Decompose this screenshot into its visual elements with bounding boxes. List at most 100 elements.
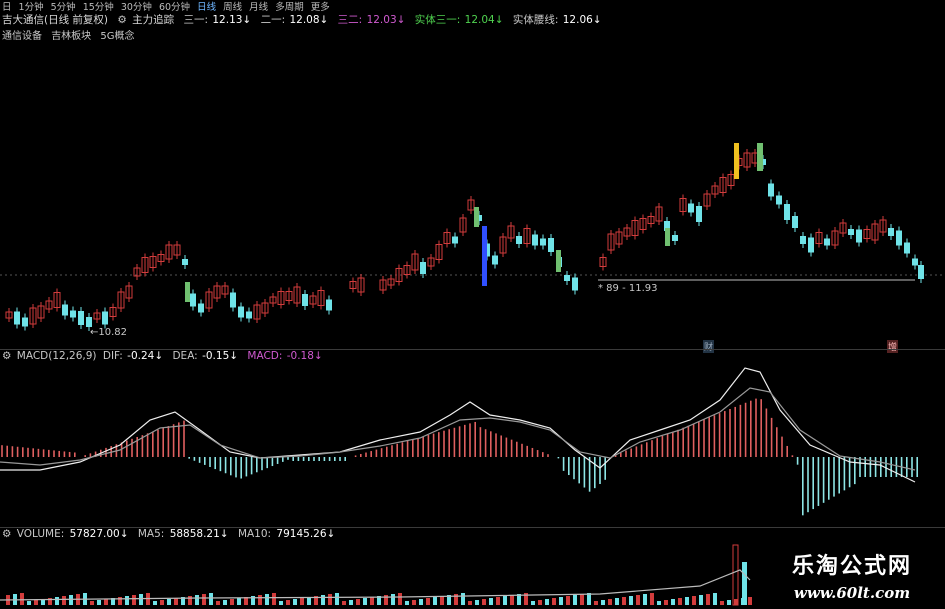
candle [78,311,84,325]
candle [474,207,479,227]
candlestick-chart [0,143,945,606]
volume-bar [657,601,661,605]
volume-bar [412,600,416,605]
volume-bar [748,597,752,605]
volume-bar [286,600,290,605]
volume-bar [279,601,283,605]
volume-bar [153,601,157,605]
low-price-label: ←10.82 [90,327,128,338]
volume-bar [223,600,227,605]
candle [792,216,798,228]
volume-bar [608,599,612,605]
candle [230,292,236,308]
volume-bar [363,598,367,605]
dea-label: DEA: [172,350,198,362]
volume-bar [503,596,507,605]
volume-bar [601,600,605,605]
volume-bar [104,599,108,605]
volume-value: 57827.00↓ [69,528,129,540]
stock-chart-window: 日 1分钟 5分钟 15分钟 30分钟 60分钟 日线 周线 月线 多周期 更多… [0,0,945,609]
volume-bar [216,601,220,605]
candle [904,242,910,254]
volume-bar [594,601,598,605]
watermark-text: 乐淘公式网 [791,553,912,579]
candle [848,229,854,235]
candle [688,203,694,213]
volume-bar [482,599,486,605]
gear-icon[interactable]: ⚙ [2,350,11,362]
candle [564,275,570,281]
volume-bar [90,601,94,605]
candle [326,299,332,311]
volume-bar [622,597,626,605]
candle [768,183,774,197]
volume-bar [167,599,171,605]
volume-bar [531,601,535,605]
candle [548,238,554,252]
candle [532,234,538,246]
volume-bar [258,595,262,605]
dea-value: -0.15↓ [202,350,239,362]
volume-bar [195,595,199,605]
volume-bar [496,597,500,605]
dif-label: DIF: [102,350,123,362]
volume-bar [713,593,717,605]
candle [800,236,806,244]
candle [757,143,763,171]
macd-label: MACD: [247,350,283,362]
volume-bar [678,598,682,605]
candle [696,206,702,222]
volume-bar [139,594,143,605]
dif-value: -0.24↓ [127,350,164,362]
volume-bar [370,597,374,605]
volume-bar [732,544,739,606]
event-marker-finance[interactable]: 财 [703,340,715,353]
macd-title[interactable]: MACD(12,26,9) [17,350,97,362]
event-marker-increase[interactable]: 增 [887,340,899,353]
volume-bar [398,593,402,605]
macd-header: ⚙ MACD(12,26,9) DIF: -0.24↓ DEA: -0.15↓ … [2,350,329,362]
volume-title[interactable]: VOLUME: [17,528,65,540]
volume-bar [475,600,479,605]
volume-bar [742,562,747,605]
volume-bar [335,593,339,605]
candle [86,317,92,327]
volume-bar [559,597,563,605]
macd-value: -0.18↓ [286,350,323,362]
volume-bar [587,593,591,605]
volume-bar [34,600,38,605]
candle [198,303,204,313]
candle [185,282,190,302]
volume-bar [293,599,297,605]
volume-bar [573,595,577,605]
gear-icon[interactable]: ⚙ [2,528,11,540]
candle [734,143,739,179]
volume-bar [62,596,66,605]
volume-bar [671,599,675,605]
volume-bar [160,600,164,605]
candle [302,294,308,306]
volume-bar [580,594,584,605]
volume-bar [734,599,738,605]
candle [190,293,196,307]
candle [918,265,924,279]
candle [516,236,522,244]
volume-bar [468,601,472,605]
volume-header: ⚙ VOLUME: 57827.00↓ MA5: 58858.21↓ MA10:… [2,528,341,540]
watermark-url: www.60lt.com [793,584,911,602]
volume-bar [727,600,731,605]
volume-bar [349,600,353,605]
candle [776,195,782,205]
range-label: * 89 - 11.93 [598,283,658,294]
volume-bar [552,598,556,605]
volume-bar [321,595,325,605]
candle [784,204,790,220]
candle [182,259,188,265]
candle [856,229,862,243]
watermark: 乐淘公式网 www.60lt.com [767,548,937,606]
volume-bar [636,595,640,605]
volume-bar [209,593,213,605]
candle [912,258,918,266]
candle [70,310,76,318]
candle [62,304,68,316]
